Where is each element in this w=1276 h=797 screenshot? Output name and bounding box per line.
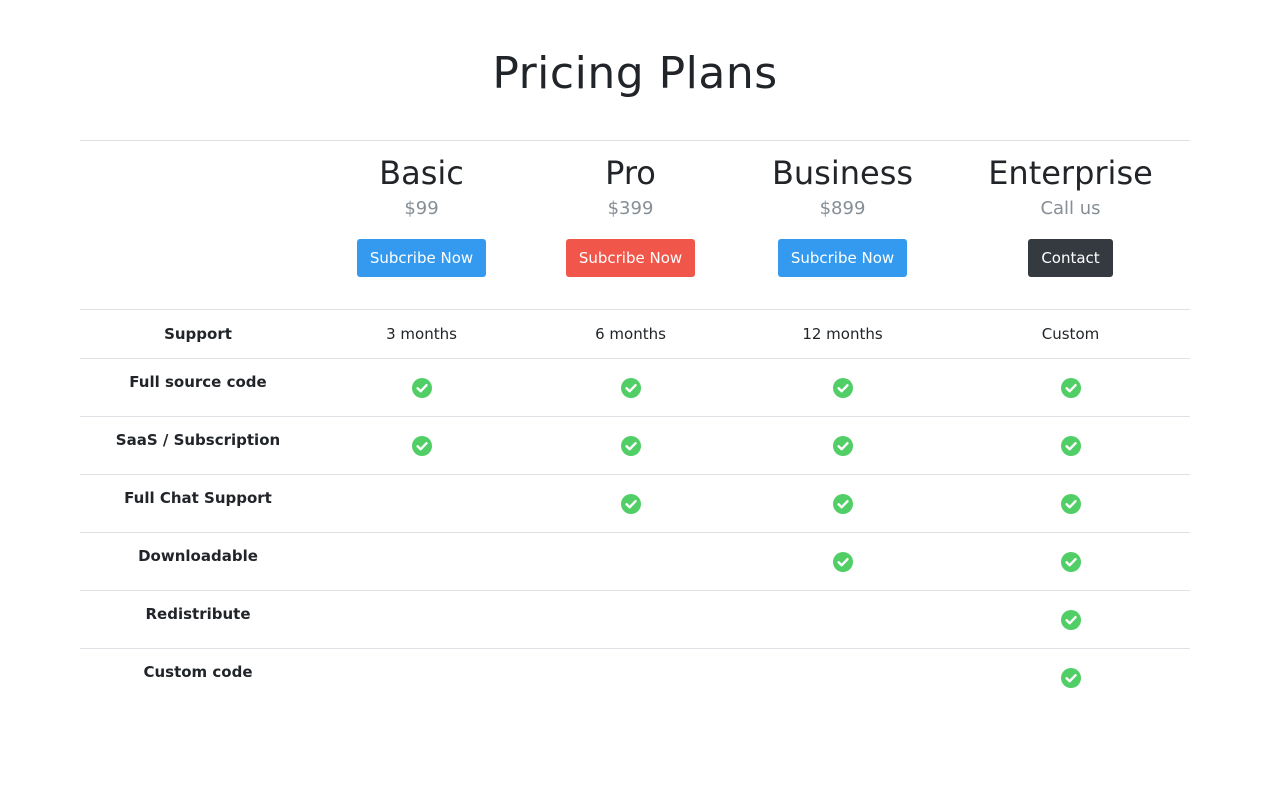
page-title: Pricing Plans xyxy=(492,48,778,99)
plan-price: $899 xyxy=(819,198,866,219)
feature-cell xyxy=(527,416,734,475)
pricing-table: Basic $99 Subcribe Now Pro $399 Subcribe… xyxy=(80,140,1190,707)
plan-business: Business $899 Subcribe Now xyxy=(734,140,951,310)
feature-cell xyxy=(527,358,734,417)
feature-cell xyxy=(951,648,1190,707)
feature-cell xyxy=(951,416,1190,475)
feature-label: SaaS / Subscription xyxy=(80,416,316,475)
plan-price: Call us xyxy=(1040,198,1101,219)
feature-row: Redistribute xyxy=(80,590,1190,649)
check-circle-icon xyxy=(620,377,641,398)
feature-row: SaaS / Subscription xyxy=(80,416,1190,475)
check-circle-icon xyxy=(1060,551,1081,572)
check-circle-icon xyxy=(620,435,641,456)
feature-cell xyxy=(527,590,734,649)
feature-cell xyxy=(734,358,951,417)
feature-cell xyxy=(951,358,1190,417)
check-circle-icon xyxy=(832,377,853,398)
plan-price: $399 xyxy=(607,198,654,219)
subscribe-pro-button[interactable]: Subcribe Now xyxy=(565,239,696,277)
feature-rows: Full source code SaaS / Subscription Full … xyxy=(80,358,1190,707)
feature-cell xyxy=(734,590,951,649)
feature-cell xyxy=(316,590,527,649)
feature-label: Support xyxy=(80,309,316,359)
support-value: 6 months xyxy=(527,309,734,359)
feature-cell xyxy=(951,474,1190,533)
feature-label: Full Chat Support xyxy=(80,474,316,533)
feature-cell xyxy=(316,648,527,707)
check-circle-icon xyxy=(1060,377,1081,398)
check-circle-icon xyxy=(832,493,853,514)
feature-cell xyxy=(316,474,527,533)
check-circle-icon xyxy=(1060,493,1081,514)
feature-label: Custom code xyxy=(80,648,316,707)
feature-cell xyxy=(527,532,734,591)
feature-cell xyxy=(527,648,734,707)
feature-cell xyxy=(951,590,1190,649)
support-row: Support 3 months 6 months 12 months Cust… xyxy=(80,309,1190,359)
plan-price: $99 xyxy=(404,198,439,219)
plan-name: Basic xyxy=(379,154,464,192)
empty-header-cell xyxy=(80,140,316,310)
plan-name: Enterprise xyxy=(988,154,1153,192)
check-circle-icon xyxy=(620,493,641,514)
feature-label: Downloadable xyxy=(80,532,316,591)
subscribe-basic-button[interactable]: Subcribe Now xyxy=(356,239,487,277)
feature-cell xyxy=(734,648,951,707)
feature-cell xyxy=(734,416,951,475)
feature-cell xyxy=(316,358,527,417)
plan-name: Business xyxy=(771,154,914,192)
feature-cell xyxy=(527,474,734,533)
feature-row: Custom code xyxy=(80,648,1190,707)
support-value: Custom xyxy=(951,309,1190,359)
check-circle-icon xyxy=(832,551,853,572)
plan-name: Pro xyxy=(605,154,656,192)
plan-pro: Pro $399 Subcribe Now xyxy=(527,140,734,310)
feature-label: Full source code xyxy=(80,358,316,417)
feature-row: Full source code xyxy=(80,358,1190,417)
support-value: 3 months xyxy=(316,309,527,359)
subscribe-business-button[interactable]: Subcribe Now xyxy=(777,239,908,277)
feature-label: Redistribute xyxy=(80,590,316,649)
check-circle-icon xyxy=(1060,668,1081,688)
check-circle-icon xyxy=(1060,435,1081,456)
feature-cell xyxy=(316,532,527,591)
plan-header-row: Basic $99 Subcribe Now Pro $399 Subcribe… xyxy=(80,140,1190,310)
plan-basic: Basic $99 Subcribe Now xyxy=(316,140,527,310)
feature-cell xyxy=(316,416,527,475)
plan-enterprise: Enterprise Call us Contact xyxy=(951,140,1190,310)
feature-cell xyxy=(951,532,1190,591)
check-circle-icon xyxy=(411,377,432,398)
feature-cell xyxy=(734,474,951,533)
feature-cell xyxy=(734,532,951,591)
check-circle-icon xyxy=(832,435,853,456)
feature-row: Full Chat Support xyxy=(80,474,1190,533)
feature-row: Downloadable xyxy=(80,532,1190,591)
check-circle-icon xyxy=(1060,609,1081,630)
contact-button[interactable]: Contact xyxy=(1028,239,1113,277)
check-circle-icon xyxy=(411,435,432,456)
support-value: 12 months xyxy=(734,309,951,359)
